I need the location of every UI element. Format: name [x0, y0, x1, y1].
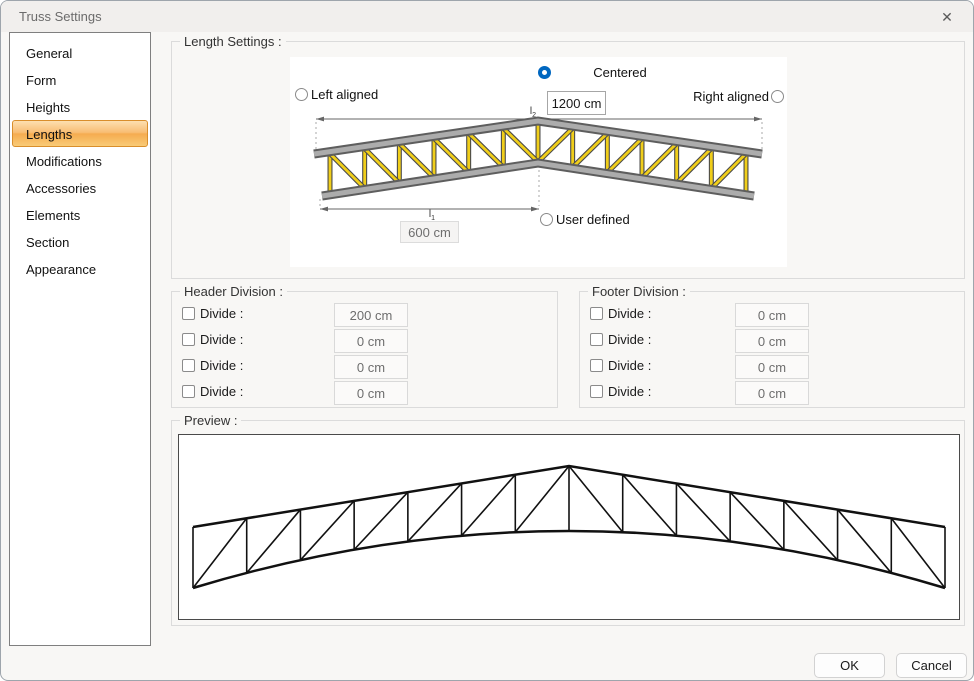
divide-value-input[interactable]	[334, 381, 408, 405]
divide-checkbox[interactable]	[182, 307, 195, 320]
titlebar: Truss Settings ✕	[1, 1, 973, 32]
radio-right-aligned-label[interactable]: Right aligned	[659, 88, 771, 105]
radio-right-aligned[interactable]	[771, 90, 784, 103]
divide-label: Divide :	[200, 358, 243, 373]
truss-preview-drawing	[179, 435, 959, 619]
sidebar-item-appearance[interactable]: Appearance	[12, 255, 148, 282]
divide-checkbox[interactable]	[182, 333, 195, 346]
length-settings-title: Length Settings :	[180, 34, 286, 49]
radio-user-defined[interactable]	[540, 213, 553, 226]
divide-label: Divide :	[200, 332, 243, 347]
cancel-button[interactable]: Cancel	[896, 653, 967, 678]
radio-left-aligned[interactable]	[295, 88, 308, 101]
footer-division-title: Footer Division :	[588, 284, 690, 299]
header-divide-row: Divide :	[182, 329, 552, 349]
divide-value-input[interactable]	[735, 329, 809, 353]
divide-label: Divide :	[200, 306, 243, 321]
footer-divide-row: Divide :	[590, 303, 960, 323]
window-title: Truss Settings	[19, 1, 102, 32]
radio-left-aligned-label[interactable]: Left aligned	[309, 86, 403, 103]
radio-centered[interactable]	[538, 66, 551, 79]
radio-user-defined-label[interactable]: User defined	[554, 211, 646, 228]
divide-checkbox[interactable]	[590, 359, 603, 372]
sidebar-item-elements[interactable]: Elements	[12, 201, 148, 228]
divide-checkbox[interactable]	[182, 359, 195, 372]
truss-settings-dialog: Truss Settings ✕ GeneralFormHeightsLengt…	[0, 0, 974, 681]
sidebar-item-general[interactable]: General	[12, 39, 148, 66]
l1-length-input[interactable]	[400, 221, 459, 243]
divide-value-input[interactable]	[735, 381, 809, 405]
header-division-title: Header Division :	[180, 284, 287, 299]
sidebar: GeneralFormHeightsLengthsModificationsAc…	[9, 32, 151, 646]
preview-group: Preview :	[171, 420, 965, 626]
divide-label: Divide :	[608, 358, 651, 373]
divide-value-input[interactable]	[735, 303, 809, 327]
truss-illustration: Centered Left aligned Right aligned l2 l…	[290, 57, 787, 267]
divide-value-input[interactable]	[334, 329, 408, 353]
divide-checkbox[interactable]	[590, 307, 603, 320]
footer-division-group: Footer Division : Divide : Divide : Divi…	[579, 291, 965, 408]
sidebar-item-heights[interactable]: Heights	[12, 93, 148, 120]
sidebar-item-section[interactable]: Section	[12, 228, 148, 255]
divide-value-input[interactable]	[735, 355, 809, 379]
header-divide-row: Divide :	[182, 355, 552, 375]
divide-label: Divide :	[608, 332, 651, 347]
footer-divide-row: Divide :	[590, 355, 960, 375]
footer-divide-row: Divide :	[590, 381, 960, 401]
divide-label: Divide :	[608, 384, 651, 399]
truss-preview	[178, 434, 960, 620]
divide-checkbox[interactable]	[182, 385, 195, 398]
divide-label: Divide :	[608, 306, 651, 321]
sidebar-item-modifications[interactable]: Modifications	[12, 147, 148, 174]
l2-length-input[interactable]	[547, 91, 606, 115]
divide-value-input[interactable]	[334, 355, 408, 379]
divide-checkbox[interactable]	[590, 385, 603, 398]
preview-title: Preview :	[180, 413, 241, 428]
divide-value-input[interactable]	[334, 303, 408, 327]
length-settings-group: Length Settings : Centered Left aligned …	[171, 41, 965, 279]
radio-centered-label[interactable]: Centered	[558, 64, 682, 81]
header-divide-row: Divide :	[182, 303, 552, 323]
dim-l2-label: l2	[520, 106, 536, 119]
close-icon[interactable]: ✕	[931, 5, 963, 29]
sidebar-item-form[interactable]: Form	[12, 66, 148, 93]
header-division-group: Header Division : Divide : Divide : Divi…	[171, 291, 558, 408]
sidebar-item-lengths[interactable]: Lengths	[12, 120, 148, 147]
header-divide-row: Divide :	[182, 381, 552, 401]
footer-divide-row: Divide :	[590, 329, 960, 349]
divide-checkbox[interactable]	[590, 333, 603, 346]
sidebar-item-accessories[interactable]: Accessories	[12, 174, 148, 201]
ok-button[interactable]: OK	[814, 653, 885, 678]
divide-label: Divide :	[200, 384, 243, 399]
